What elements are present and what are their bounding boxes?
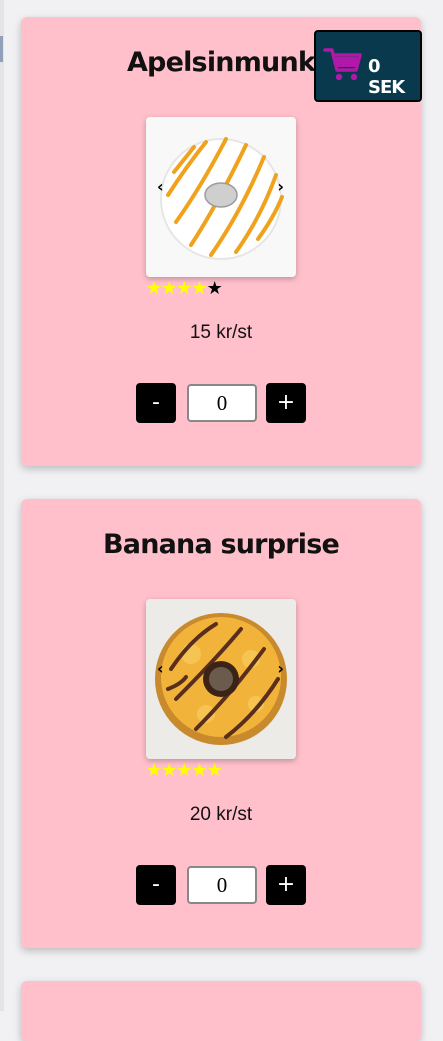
star-icon: ★ — [146, 278, 162, 299]
page-scroll-edge — [0, 0, 4, 1011]
star-icon: ★ — [176, 760, 192, 781]
previous-image-arrow[interactable]: ‹ — [157, 179, 164, 195]
previous-image-arrow[interactable]: ‹ — [157, 661, 164, 677]
star-icon: ★ — [146, 760, 162, 781]
increase-quantity-button[interactable]: + — [266, 383, 306, 423]
edge-marker — [0, 36, 3, 62]
product-card-banana-surprise: Banana surprise ‹ › ★★★★★ 20 kr/st - 0 + — [21, 499, 421, 948]
cart-total: 0 SEK — [368, 56, 405, 98]
product-price: 15 kr/st — [189, 322, 253, 343]
star-icon: ★ — [176, 278, 192, 299]
rating-stars: ★★★★★ — [146, 278, 223, 299]
star-icon: ★ — [206, 278, 223, 299]
product-image-carousel[interactable]: ‹ › — [146, 117, 296, 277]
shopping-cart-icon — [323, 48, 362, 81]
quantity-input[interactable] — [187, 866, 257, 904]
product-image-carousel[interactable]: ‹ › — [146, 599, 296, 759]
star-icon: ★ — [161, 278, 177, 299]
decrease-quantity-button[interactable]: - — [136, 383, 176, 423]
decrease-quantity-button[interactable]: - — [136, 865, 176, 905]
star-icon: ★ — [191, 278, 207, 299]
product-title: Banana surprise — [103, 529, 340, 560]
product-price: 20 kr/st — [189, 804, 253, 825]
next-image-arrow[interactable]: › — [277, 661, 284, 677]
star-icon: ★ — [191, 760, 207, 781]
star-icon: ★ — [161, 760, 177, 781]
product-image — [146, 117, 296, 277]
product-image — [146, 599, 296, 759]
increase-quantity-button[interactable]: + — [266, 865, 306, 905]
rating-stars: ★★★★★ — [146, 760, 223, 781]
product-card-partial — [21, 981, 421, 1041]
cart-button[interactable]: 0 SEK — [314, 30, 422, 102]
quantity-input[interactable] — [187, 384, 257, 422]
next-image-arrow[interactable]: › — [277, 179, 284, 195]
star-icon: ★ — [206, 760, 223, 781]
